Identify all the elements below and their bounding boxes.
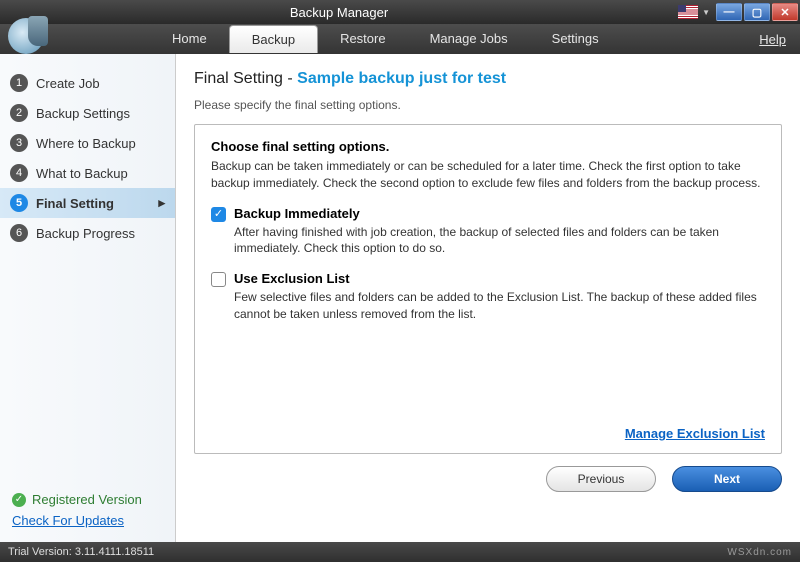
step-number-icon: 4: [10, 164, 28, 182]
wizard-steps: 1 Create Job 2 Backup Settings 3 Where t…: [0, 68, 175, 248]
window-controls: — ▢ ✕: [716, 3, 800, 21]
flag-us-icon[interactable]: [678, 5, 698, 19]
menu-tabs: Home Backup Restore Manage Jobs Settings: [150, 25, 621, 53]
panel-title: Choose final setting options.: [211, 139, 765, 154]
step-create-job[interactable]: 1 Create Job: [0, 68, 175, 98]
step-label: Create Job: [36, 76, 100, 91]
previous-button[interactable]: Previous: [546, 466, 656, 492]
option-description: Few selective files and folders can be a…: [234, 289, 765, 323]
option-label: Backup Immediately: [234, 206, 360, 221]
tab-restore[interactable]: Restore: [318, 25, 408, 53]
manage-exclusion-list-link[interactable]: Manage Exclusion List: [211, 426, 765, 441]
close-button[interactable]: ✕: [772, 3, 798, 21]
heading-prefix: Final Setting -: [194, 70, 297, 87]
registered-label: Registered Version: [32, 492, 142, 507]
maximize-button[interactable]: ▢: [744, 3, 770, 21]
content-pane: Final Setting - Sample backup just for t…: [176, 54, 800, 542]
option-use-exclusion-list: Use Exclusion List Few selective files a…: [211, 271, 765, 323]
options-panel: Choose final setting options. Backup can…: [194, 124, 782, 454]
step-label: Final Setting: [36, 196, 114, 211]
checkbox-use-exclusion-list[interactable]: [211, 272, 226, 287]
panel-description: Backup can be taken immediately or can b…: [211, 158, 765, 192]
heading-job-name: Sample backup just for test: [297, 70, 506, 87]
tab-manage-jobs[interactable]: Manage Jobs: [408, 25, 530, 53]
language-dropdown-arrow-icon[interactable]: ▼: [702, 8, 710, 17]
tab-settings[interactable]: Settings: [530, 25, 621, 53]
step-backup-progress[interactable]: 6 Backup Progress: [0, 218, 175, 248]
wizard-buttons: Previous Next: [194, 466, 782, 492]
page-subheading: Please specify the final setting options…: [194, 98, 782, 112]
step-backup-settings[interactable]: 2 Backup Settings: [0, 98, 175, 128]
step-label: Where to Backup: [36, 136, 136, 151]
check-updates-link[interactable]: Check For Updates: [12, 513, 124, 528]
sidebar: 1 Create Job 2 Backup Settings 3 Where t…: [0, 54, 176, 542]
step-label: Backup Progress: [36, 226, 135, 241]
step-label: Backup Settings: [36, 106, 130, 121]
titlebar: Backup Manager ▼ — ▢ ✕: [0, 0, 800, 24]
tab-backup[interactable]: Backup: [229, 25, 318, 53]
step-final-setting[interactable]: 5 Final Setting ▸: [0, 188, 175, 218]
checkbox-backup-immediately[interactable]: [211, 207, 226, 222]
next-button[interactable]: Next: [672, 466, 782, 492]
step-what-to-backup[interactable]: 4 What to Backup: [0, 158, 175, 188]
minimize-button[interactable]: —: [716, 3, 742, 21]
caret-right-icon: ▸: [158, 195, 165, 211]
step-where-to-backup[interactable]: 3 Where to Backup: [0, 128, 175, 158]
trial-version-text: Trial Version: 3.11.4111.18511: [8, 546, 154, 558]
page-heading: Final Setting - Sample backup just for t…: [194, 70, 782, 88]
main-area: 1 Create Job 2 Backup Settings 3 Where t…: [0, 54, 800, 542]
step-number-icon: 2: [10, 104, 28, 122]
option-description: After having finished with job creation,…: [234, 224, 765, 258]
tab-home[interactable]: Home: [150, 25, 229, 53]
option-backup-immediately: Backup Immediately After having finished…: [211, 206, 765, 258]
watermark: WSXdn.com: [727, 547, 792, 558]
step-number-icon: 1: [10, 74, 28, 92]
statusbar: Trial Version: 3.11.4111.18511 WSXdn.com: [0, 542, 800, 562]
step-number-icon: 3: [10, 134, 28, 152]
option-label: Use Exclusion List: [234, 271, 350, 286]
help-link[interactable]: Help: [759, 32, 786, 47]
step-number-icon: 5: [10, 194, 28, 212]
registered-status: ✓ Registered Version: [12, 492, 163, 507]
checkmark-icon: ✓: [12, 493, 26, 507]
sidebar-footer: ✓ Registered Version Check For Updates: [0, 482, 175, 542]
app-logo-icon: [8, 18, 44, 54]
window-title: Backup Manager: [0, 5, 678, 20]
step-number-icon: 6: [10, 224, 28, 242]
menubar: Home Backup Restore Manage Jobs Settings…: [0, 24, 800, 54]
step-label: What to Backup: [36, 166, 128, 181]
